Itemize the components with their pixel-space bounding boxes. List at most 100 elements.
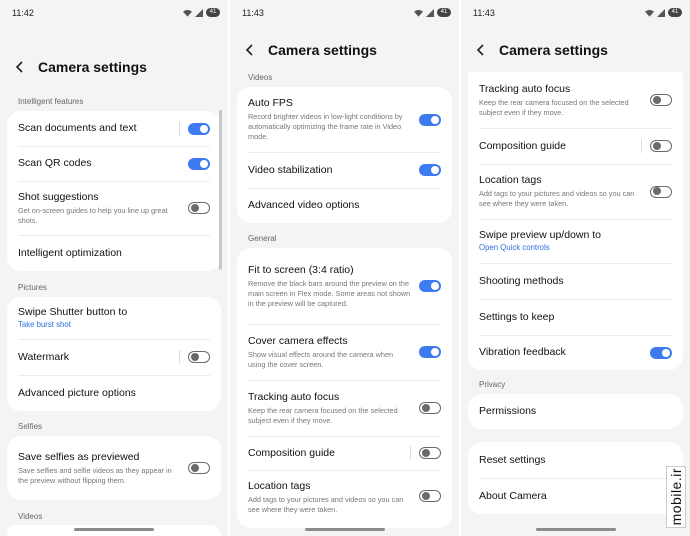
battery-icon: 41 <box>437 8 451 17</box>
shot-suggestions-row[interactable]: Shot suggestions Get on-screen guides to… <box>7 181 221 235</box>
scan-documents-row[interactable]: Scan documents and text <box>7 111 221 146</box>
screen-2: 11:43 41 Camera settings Videos Auto FPS… <box>230 0 459 536</box>
status-bar: 11:42 41 <box>0 0 228 26</box>
composition-guide-row[interactable]: Composition guide <box>468 128 683 164</box>
vibration-feedback-toggle[interactable] <box>650 346 672 359</box>
advanced-video-label: Advanced video options <box>248 199 360 211</box>
tracking-af-toggle[interactable] <box>419 402 441 414</box>
page-title: Camera settings <box>268 42 377 58</box>
divider <box>179 121 180 136</box>
settings-to-keep-row[interactable]: Settings to keep <box>468 299 683 335</box>
scan-qr-row[interactable]: Scan QR codes <box>7 146 221 181</box>
settings-to-keep-label: Settings to keep <box>479 310 555 323</box>
tracking-af-toggle[interactable] <box>650 94 672 106</box>
divider <box>410 446 411 460</box>
permissions-label: Permissions <box>479 405 537 417</box>
privacy-card: Permissions <box>468 394 683 429</box>
back-arrow-icon[interactable] <box>471 40 491 60</box>
location-tags-toggle[interactable] <box>419 490 441 502</box>
swipe-shutter-row[interactable]: Swipe Shutter button to Take burst shot <box>7 297 221 339</box>
cover-effects-toggle[interactable] <box>419 346 441 358</box>
section-videos: Videos <box>248 73 273 82</box>
home-indicator <box>304 528 385 531</box>
location-tags-label: Location tags <box>248 480 311 492</box>
auto-fps-toggle[interactable] <box>419 113 441 126</box>
selfies-card: Save selfies as previewed Save selfies a… <box>7 436 221 500</box>
reset-settings-label: Reset settings <box>479 453 546 466</box>
auto-fps-label: Auto FPS <box>248 97 293 109</box>
back-arrow-icon[interactable] <box>240 40 260 60</box>
video-stabilization-row[interactable]: Video stabilization <box>237 152 452 188</box>
tracking-af-row[interactable]: Tracking auto focus Keep the rear camera… <box>237 380 452 436</box>
watermark-row[interactable]: Watermark <box>7 339 221 375</box>
battery-icon: 41 <box>206 8 220 17</box>
location-tags-row[interactable]: Location tags Add tags to your pictures … <box>237 470 452 528</box>
wifi-icon <box>183 9 192 17</box>
swipe-preview-value: Open Quick controls <box>479 243 550 252</box>
general-card: Fit to screen (3:4 ratio) Remove the bla… <box>237 248 452 528</box>
tracking-af-label: Tracking auto focus <box>479 82 571 95</box>
advanced-video-row[interactable]: Advanced video options <box>237 188 452 223</box>
save-selfies-row[interactable]: Save selfies as previewed Save selfies a… <box>7 436 221 500</box>
cover-effects-row[interactable]: Cover camera effects Show visual effects… <box>237 324 452 380</box>
watermark-toggle[interactable] <box>188 351 210 363</box>
location-tags-row[interactable]: Location tags Add tags to your pictures … <box>468 164 683 219</box>
location-tags-label: Location tags <box>479 174 542 186</box>
tracking-af-label: Tracking auto focus <box>248 390 340 403</box>
status-time: 11:43 <box>242 8 264 18</box>
general-card-continued: Tracking auto focus Keep the rear camera… <box>468 72 683 370</box>
reset-settings-row[interactable]: Reset settings <box>468 442 683 478</box>
about-camera-row[interactable]: About Camera <box>468 478 683 514</box>
auto-fps-description: Record brighter videos in low-light cond… <box>248 112 403 141</box>
page-title: Camera settings <box>499 42 608 58</box>
shot-suggestions-toggle[interactable] <box>188 202 210 214</box>
scan-documents-toggle[interactable] <box>188 122 210 135</box>
tracking-af-row[interactable]: Tracking auto focus Keep the rear camera… <box>468 72 683 128</box>
section-privacy: Privacy <box>479 380 506 389</box>
location-tags-toggle[interactable] <box>650 185 672 198</box>
home-indicator <box>74 528 154 531</box>
shooting-methods-row[interactable]: Shooting methods <box>468 263 683 299</box>
advanced-picture-row[interactable]: Advanced picture options <box>7 375 221 411</box>
save-selfies-description: Save selfies and selfie videos as they a… <box>18 465 172 485</box>
fit-to-screen-description: Remove the black bars around the preview… <box>248 278 411 308</box>
auto-fps-row[interactable]: Auto FPS Record brighter videos in low-l… <box>237 87 452 152</box>
composition-guide-row[interactable]: Composition guide <box>237 436 452 470</box>
status-bar: 11:43 41 <box>230 0 459 26</box>
vibration-feedback-label: Vibration feedback <box>479 346 566 358</box>
composition-guide-toggle[interactable] <box>650 140 672 152</box>
top-bar: Camera settings <box>461 38 690 62</box>
top-bar: Camera settings <box>230 38 459 62</box>
swipe-preview-row[interactable]: Swipe preview up/down to Open Quick cont… <box>468 219 683 263</box>
back-arrow-icon[interactable] <box>10 57 30 77</box>
vibration-feedback-row[interactable]: Vibration feedback <box>468 335 683 370</box>
wifi-icon <box>414 9 423 17</box>
intelligent-optimization-row[interactable]: Intelligent optimization <box>7 235 221 271</box>
composition-guide-toggle[interactable] <box>419 447 441 459</box>
intelligent-features-card: Scan documents and text Scan QR codes Sh… <box>7 111 221 271</box>
section-general: General <box>248 234 277 243</box>
permissions-row[interactable]: Permissions <box>468 394 683 429</box>
shot-suggestions-description: Get on-screen guides to help you line up… <box>18 205 168 225</box>
scrollbar[interactable] <box>219 110 222 270</box>
video-stabilization-toggle[interactable] <box>419 164 441 176</box>
wifi-icon <box>645 9 654 17</box>
scan-qr-label: Scan QR codes <box>18 157 92 169</box>
screen-1: 11:42 41 Camera settings Intelligent fea… <box>0 0 228 536</box>
fit-to-screen-label: Fit to screen (3:4 ratio) <box>248 263 354 276</box>
tracking-af-description: Keep the rear camera focused on the sele… <box>479 97 629 117</box>
composition-guide-label: Composition guide <box>479 139 566 152</box>
video-stabilization-label: Video stabilization <box>248 163 333 176</box>
divider <box>179 350 180 364</box>
about-camera-label: About Camera <box>479 489 547 502</box>
status-bar: 11:43 41 <box>461 0 690 26</box>
save-selfies-toggle[interactable] <box>188 462 210 474</box>
signal-icon <box>657 8 665 17</box>
videos-card: Auto FPS Record brighter videos in low-l… <box>237 87 452 223</box>
fit-to-screen-toggle[interactable] <box>419 280 441 292</box>
watermark-logo: mobile.ir <box>666 466 686 528</box>
fit-to-screen-row[interactable]: Fit to screen (3:4 ratio) Remove the bla… <box>237 248 452 324</box>
scan-qr-toggle[interactable] <box>188 157 210 170</box>
pictures-card: Swipe Shutter button to Take burst shot … <box>7 297 221 411</box>
status-icons: 41 <box>183 8 220 17</box>
